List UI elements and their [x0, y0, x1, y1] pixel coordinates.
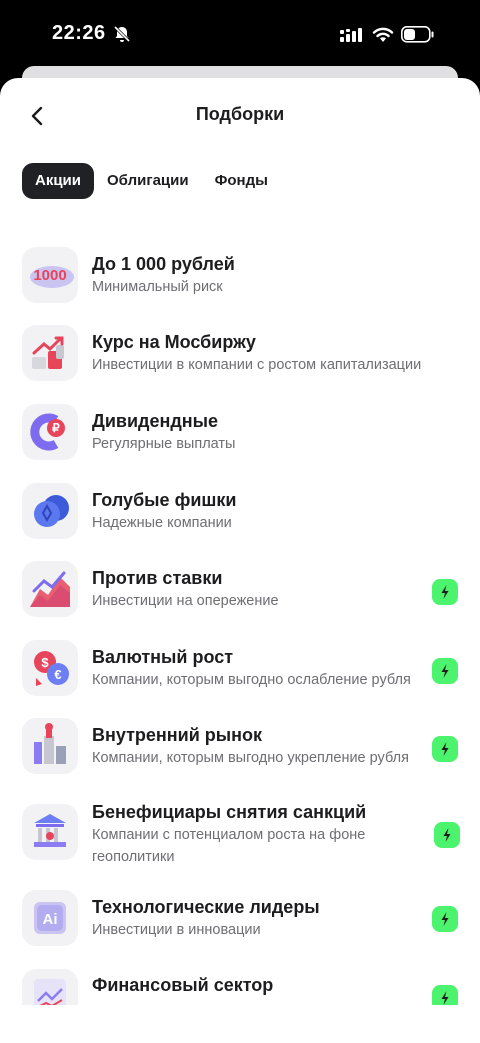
tab-funds[interactable]: Фонды: [202, 163, 281, 199]
list-item[interactable]: 1000 До 1 000 рублей Минимальный риск: [0, 247, 480, 317]
lightning-icon: [441, 742, 449, 756]
growth-chart-icon: [22, 325, 78, 381]
area-chart-icon: [22, 561, 78, 617]
item-description: Компании, которым выгодно ослабление руб…: [92, 672, 411, 688]
lightning-icon: [441, 664, 449, 678]
item-name: Внутренний рынок: [92, 725, 263, 745]
item-name: До 1 000 рублей: [92, 254, 235, 274]
lightning-icon: [441, 991, 449, 1005]
item-name: Технологические лидеры: [92, 897, 320, 917]
item-name: Дивидендные: [92, 411, 219, 431]
lightning-badge: [432, 736, 458, 762]
item-name: Валютный рост: [92, 647, 234, 667]
list-item[interactable]: $ € Валютный рост Компании, которым выгод…: [0, 640, 480, 710]
finance-chart-icon: [22, 969, 78, 1005]
1000-rubles-icon: 1000: [22, 247, 78, 303]
svg-text:$: $: [41, 655, 49, 670]
list-item[interactable]: Против ставки Инвестиции на опережение: [0, 561, 480, 631]
status-bar: 22:26: [0, 0, 480, 68]
item-name: Финансовый сектор: [92, 975, 274, 995]
lightning-badge: [434, 822, 460, 848]
ai-chip-icon: Ai: [22, 890, 78, 946]
item-description: Компании с потенциалом роста на фоне гео…: [92, 827, 366, 865]
item-description: Минимальный риск: [92, 279, 223, 295]
collections-sheet: Подборки Акции Облигации Фонды 1000 До 1…: [0, 78, 480, 1043]
item-description: Регулярные выплаты: [92, 436, 236, 452]
blue-chips-icon: [22, 483, 78, 539]
bank-building-icon: [22, 804, 78, 860]
svg-text:Ai: Ai: [43, 911, 58, 928]
list-item[interactable]: Курс на Мосбиржу Инвестиции в компании с…: [0, 325, 480, 395]
tab-bonds[interactable]: Облигации: [94, 163, 202, 199]
wifi-icon: [372, 25, 394, 43]
domestic-market-icon: [22, 718, 78, 774]
lightning-badge: [432, 985, 458, 1005]
collections-list: 1000 До 1 000 рублей Минимальный риск Ку…: [0, 240, 480, 1005]
item-description: Инвестиции на опережение: [92, 593, 279, 609]
list-item[interactable]: Внутренний рынок Компании, которым выгод…: [0, 718, 480, 788]
svg-text:₽: ₽: [52, 421, 60, 435]
item-name: Против ставки: [92, 568, 223, 588]
svg-text:1000: 1000: [33, 267, 66, 284]
item-name: Бенефициары снятия санкций: [92, 802, 367, 822]
item-name: Курс на Мосбиржу: [92, 332, 256, 352]
lightning-icon: [443, 828, 451, 842]
page-title: Подборки: [195, 104, 285, 124]
lightning-icon: [441, 912, 449, 926]
list-item[interactable]: Ai Технологические лидеры Инвестиции в и…: [0, 890, 480, 960]
tab-stocks[interactable]: Акции: [22, 163, 95, 199]
item-description: Инвестиции в компании с ростом капитализ…: [92, 357, 422, 373]
list-item[interactable]: Бенефициары снятия санкций Компании с по…: [0, 796, 480, 888]
item-name: Голубые фишки: [92, 490, 237, 510]
list-item[interactable]: Голубые фишки Надежные компании: [0, 483, 480, 553]
list-item[interactable]: ₽ Дивидендные Регулярные выплаты: [0, 404, 480, 474]
item-description: Компании, которым выгодно укрепление руб…: [92, 750, 409, 766]
bell-muted-icon: [113, 25, 131, 43]
category-tabs: Акции Облигации Фонды: [22, 163, 281, 199]
lightning-badge: [432, 658, 458, 684]
svg-text:€: €: [54, 667, 61, 682]
lightning-badge: [432, 579, 458, 605]
battery-icon: [401, 26, 434, 43]
item-description: Надежные компании: [92, 515, 232, 531]
currency-coins-icon: $ €: [22, 640, 78, 696]
lightning-badge: [432, 906, 458, 932]
status-time: 22:26: [52, 22, 106, 44]
lightning-icon: [441, 585, 449, 599]
ruble-magnet-icon: ₽: [22, 404, 78, 460]
item-description: Инвестиции в инновации: [92, 922, 261, 938]
list-item[interactable]: Финансовый сектор: [0, 969, 480, 1005]
cellular-signal-icon: [340, 28, 362, 42]
